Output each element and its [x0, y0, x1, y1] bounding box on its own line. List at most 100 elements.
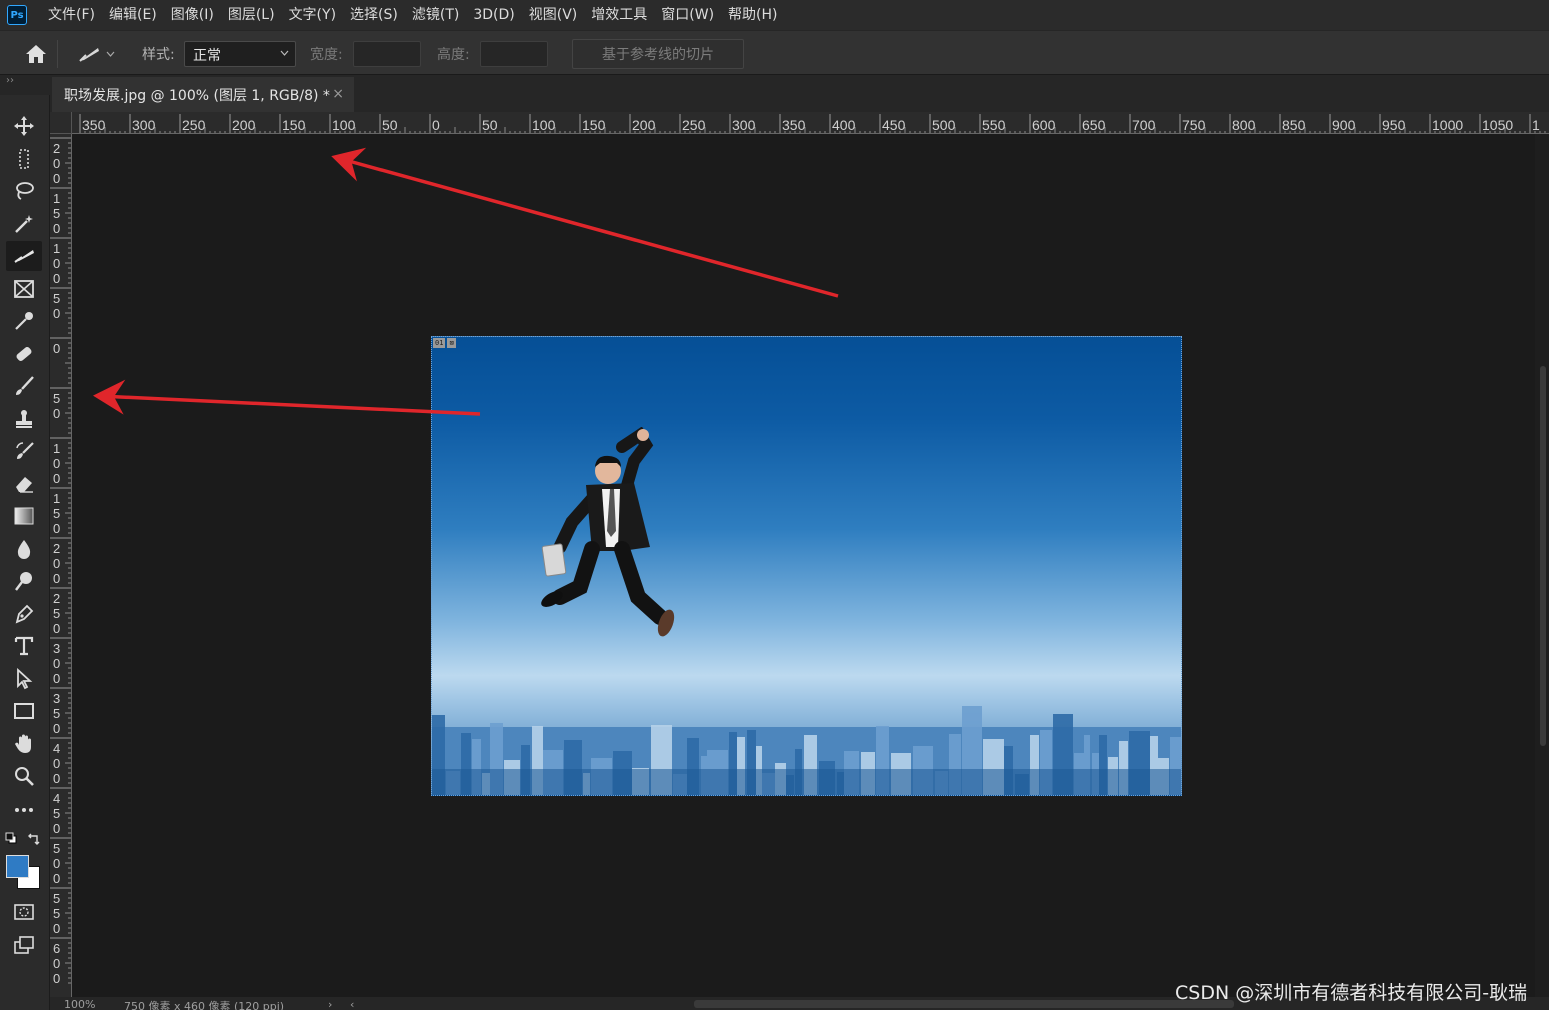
slice-icon [79, 48, 99, 62]
ruler-left-label: 5 [53, 206, 60, 221]
eraser-tool[interactable] [6, 469, 42, 499]
ruler-left-label: 0 [53, 821, 60, 836]
ruler-left-label: 0 [53, 456, 60, 471]
ruler-top-label: 600 [1032, 117, 1056, 133]
options-bar: 样式: 正常 宽度: 高度: 基于参考线的切片 [0, 30, 1549, 75]
ruler-left-label: 0 [53, 921, 60, 936]
ruler-left-label: 0 [53, 621, 60, 636]
ruler-top-label: 50 [482, 117, 498, 133]
ruler-left-label: 4 [53, 741, 60, 756]
photoshop-logo[interactable]: Ps [7, 5, 27, 25]
ruler-top-label: 100 [332, 117, 356, 133]
menu-item-3[interactable]: 图层(L) [221, 0, 282, 30]
pen-tool[interactable] [6, 599, 42, 629]
vertical-ruler[interactable]: 2001501005005010015020025030035040045050… [50, 134, 72, 997]
vertical-scrollbar-thumb[interactable] [1540, 366, 1546, 746]
tool-preset-picker[interactable] [70, 40, 126, 68]
ruler-top-label: 800 [1232, 117, 1256, 133]
ruler-top-label: 300 [732, 117, 756, 133]
document-tab[interactable]: 职场发展.jpg @ 100% (图层 1, RGB/8) * × [52, 77, 354, 112]
rectangle-icon [14, 703, 34, 719]
type-tool[interactable] [6, 631, 42, 661]
stamp-icon [16, 410, 32, 428]
width-input[interactable] [353, 41, 421, 67]
menu-item-10[interactable]: 窗口(W) [654, 0, 721, 30]
brush-icon [16, 376, 34, 395]
style-select[interactable]: 正常 [184, 41, 296, 67]
document-tab-strip: 职场发展.jpg @ 100% (图层 1, RGB/8) * × [50, 75, 1549, 112]
expand-icon: ›› [6, 75, 14, 86]
ruler-left-label: 3 [53, 691, 60, 706]
menu-item-11[interactable]: 帮助(H) [721, 0, 784, 30]
ruler-left-label: 0 [53, 971, 60, 986]
rectangle-tool[interactable] [6, 696, 42, 726]
ruler-top-label: 450 [882, 117, 906, 133]
document-info: 750 像素 x 460 像素 (120 ppi) [124, 1000, 285, 1010]
scroll-left-arrow[interactable]: ‹ [350, 998, 354, 1010]
ruler-top-label: 1000 [1432, 117, 1463, 133]
frame-icon [14, 280, 34, 298]
horizontal-scrollbar-thumb[interactable] [694, 1000, 1234, 1008]
ruler-top-label: 850 [1282, 117, 1306, 133]
default-colors-icon[interactable] [5, 832, 17, 844]
status-menu-chevron[interactable]: › [328, 998, 332, 1010]
hand-icon [15, 734, 31, 753]
move-icon [14, 116, 34, 136]
ruler-left-label: 0 [53, 171, 60, 186]
ruler-left-label: 2 [53, 541, 60, 556]
stamp-tool[interactable] [6, 404, 42, 434]
frame-tool[interactable] [6, 274, 42, 304]
marquee-tool[interactable] [6, 144, 42, 174]
panel-collapse-strip[interactable]: ›› [0, 75, 50, 95]
eraser-icon [16, 477, 33, 493]
gradient-tool[interactable] [6, 501, 42, 531]
slices-from-guides-button[interactable]: 基于参考线的切片 [572, 39, 744, 69]
blur-tool[interactable] [6, 534, 42, 564]
menu-item-9[interactable]: 增效工具 [584, 0, 654, 30]
ruler-origin[interactable] [50, 112, 72, 134]
swap-colors-icon[interactable] [27, 832, 41, 846]
menu-item-1[interactable]: 编辑(E) [102, 0, 164, 30]
menu-item-8[interactable]: 视图(V) [522, 0, 585, 30]
ruler-left-label: 1 [53, 191, 60, 206]
horizontal-ruler[interactable]: 350 300 250 200 150 100 50 0 50 100 150 200 250 300 35… [72, 112, 1549, 134]
canvas-area[interactable]: 01 ⊠ [72, 134, 1535, 997]
eyedropper-icon [15, 312, 33, 330]
quick-mask-toggle[interactable] [6, 897, 42, 927]
lasso-tool[interactable] [6, 176, 42, 206]
history-brush-tool[interactable] [6, 436, 42, 466]
hand-tool[interactable] [6, 729, 42, 759]
height-input[interactable] [480, 41, 548, 67]
menu-item-5[interactable]: 选择(S) [343, 0, 405, 30]
more-tools[interactable] [6, 795, 42, 825]
path-select-tool[interactable] [6, 664, 42, 694]
close-icon[interactable]: × [332, 86, 344, 102]
healing-tool[interactable] [6, 339, 42, 369]
menu-item-4[interactable]: 文字(Y) [282, 0, 343, 30]
ruler-top-label: 900 [1332, 117, 1356, 133]
document-image[interactable]: 01 ⊠ [431, 336, 1182, 796]
ruler-left-label: 0 [53, 856, 60, 871]
slice-tool[interactable] [6, 241, 42, 271]
document-tab-title: 职场发展.jpg @ 100% (图层 1, RGB/8) * [64, 87, 330, 104]
ruler-top-label: 100 [532, 117, 556, 133]
menu-item-2[interactable]: 图像(I) [164, 0, 221, 30]
menu-item-6[interactable]: 滤镜(T) [405, 0, 466, 30]
foreground-color-swatch[interactable] [6, 855, 29, 878]
menu-item-7[interactable]: 3D(D) [466, 0, 521, 30]
zoom-level[interactable]: 100% [64, 998, 95, 1010]
ruler-left-label: 0 [53, 771, 60, 786]
home-button[interactable] [14, 40, 58, 68]
ruler-top-label: 1050 [1482, 117, 1513, 133]
move-tool[interactable] [6, 111, 42, 141]
screen-mode-button[interactable] [6, 930, 42, 960]
brush-tool[interactable] [6, 371, 42, 401]
zoom-tool[interactable] [6, 761, 42, 791]
magic-wand-tool[interactable] [6, 209, 42, 239]
ruler-left-label: 3 [53, 641, 60, 656]
eyedropper-tool[interactable] [6, 306, 42, 336]
menu-item-0[interactable]: 文件(F) [41, 0, 102, 30]
ruler-left-label: 6 [53, 941, 60, 956]
ruler-left-label: 0 [53, 306, 60, 321]
dodge-tool[interactable] [6, 566, 42, 596]
